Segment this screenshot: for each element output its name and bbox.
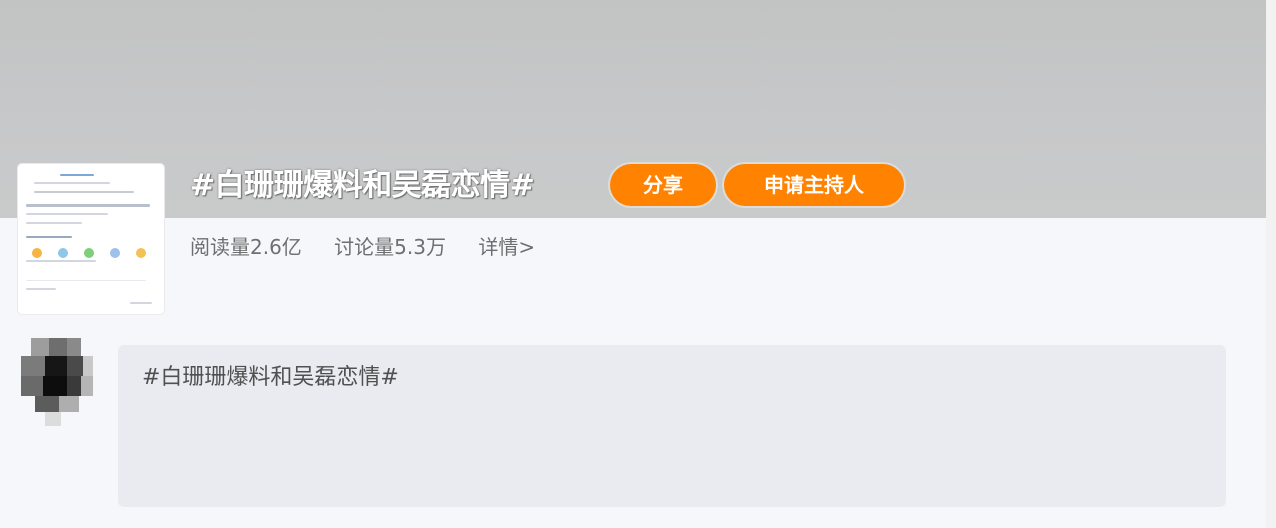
topic-title: #白珊珊爆料和吴磊恋情# xyxy=(190,168,535,203)
avatar-pixel xyxy=(35,396,59,412)
avatar-pixel xyxy=(21,356,45,376)
thumbnail-icon xyxy=(84,248,94,258)
thumbnail-line xyxy=(26,288,56,290)
composer-text: #白珊珊爆料和吴磊恋情# xyxy=(142,365,399,390)
avatar-pixel xyxy=(45,356,67,376)
topic-stats: 阅读量2.6亿 讨论量5.3万 详情> xyxy=(190,231,561,263)
discussion-count: 讨论量5.3万 xyxy=(334,235,446,259)
avatar-pixel xyxy=(81,376,93,396)
avatar-pixel xyxy=(67,338,81,356)
topic-cover-thumbnail[interactable] xyxy=(18,164,164,314)
scrollbar-track[interactable] xyxy=(1266,0,1276,528)
avatar-pixel xyxy=(45,412,61,426)
thumbnail-icon xyxy=(32,248,42,258)
thumbnail-line xyxy=(130,302,152,304)
avatar-pixel xyxy=(49,338,67,356)
user-avatar[interactable] xyxy=(21,338,93,426)
avatar-pixel xyxy=(67,376,81,396)
read-count: 阅读量2.6亿 xyxy=(190,235,302,259)
apply-host-button[interactable]: 申请主持人 xyxy=(724,164,904,206)
avatar-pixel xyxy=(31,338,49,356)
thumbnail-line xyxy=(26,213,108,215)
thumbnail-line xyxy=(26,204,150,207)
thumbnail-line xyxy=(60,174,94,176)
post-composer-input[interactable]: #白珊珊爆料和吴磊恋情# xyxy=(118,345,1226,507)
thumbnail-icon xyxy=(58,248,68,258)
thumbnail-icon xyxy=(110,248,120,258)
thumbnail-line xyxy=(34,182,110,184)
thumbnail-line xyxy=(26,236,72,238)
avatar-pixel xyxy=(59,396,79,412)
thumbnail-line xyxy=(26,260,96,262)
avatar-pixel xyxy=(83,356,93,376)
avatar-pixel xyxy=(43,376,67,396)
thumbnail-divider xyxy=(26,280,146,281)
thumbnail-icon xyxy=(136,248,146,258)
thumbnail-line xyxy=(34,191,134,193)
avatar-pixel xyxy=(21,376,43,396)
thumbnail-line xyxy=(26,222,82,224)
details-link[interactable]: 详情> xyxy=(478,235,535,259)
avatar-pixel xyxy=(67,356,83,376)
share-button[interactable]: 分享 xyxy=(610,164,716,206)
